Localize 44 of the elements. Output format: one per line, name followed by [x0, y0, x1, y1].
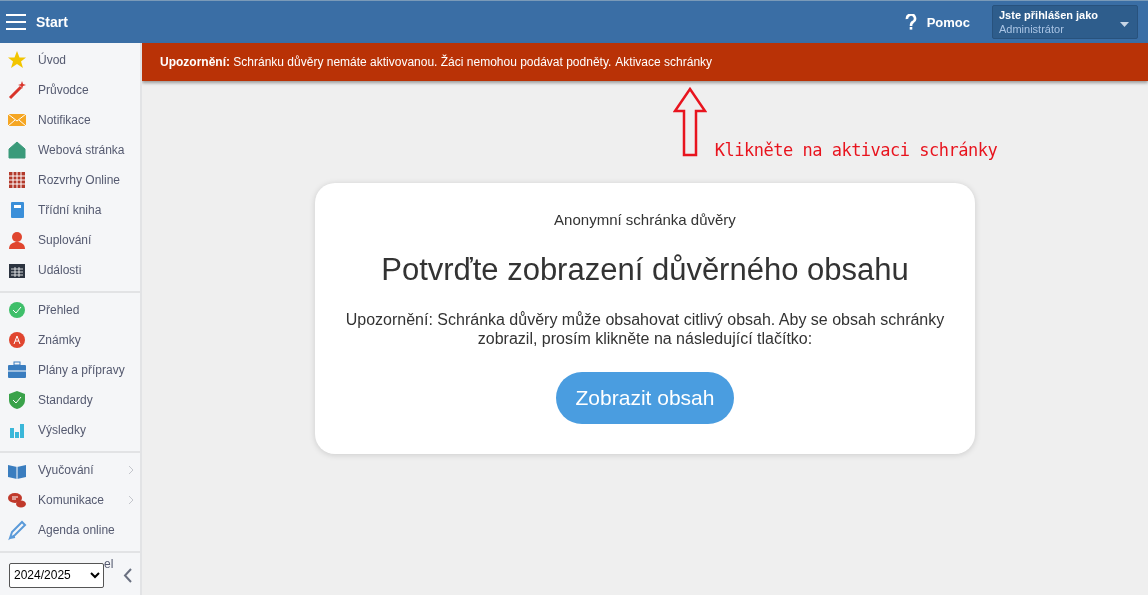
sidebar-item-text: el [104, 557, 114, 571]
sidebar-item[interactable]: Rozvrhy Online [0, 165, 140, 195]
activate-link[interactable]: Aktivace schránky [615, 55, 713, 69]
chevron-right-icon [128, 465, 134, 475]
check-circle-icon [6, 299, 28, 321]
school-year-select[interactable]: 2024/2025 [9, 562, 104, 588]
card-subtitle: Anonymní schránka důvěry [554, 211, 736, 228]
pen-icon [6, 519, 28, 541]
annotation-text: Klikněte na aktivaci schránky [714, 140, 998, 160]
warning-text: Upozornění: Schránku důvěry nemáte aktivovanou. Žáci nemohou podávat podněty. [160, 55, 612, 69]
user-dropdown[interactable]: Jste přihlášen jako Administrátor [992, 5, 1138, 39]
sidebar-item[interactable]: Agenda online [0, 515, 140, 545]
sidebar-item[interactable]: Průvodce [0, 75, 140, 105]
star-icon [6, 49, 28, 71]
help-link[interactable]: Pomoc [904, 14, 970, 30]
calendar-grid-icon [6, 169, 28, 191]
sidebar-item[interactable]: Plány a přípravy [0, 355, 140, 385]
card-message: Upozornění: Schránka důvěry může obsahovat citlivý obsah. Aby se obsah schránky zobrazil, prosím klikněte na následující tlačítko: [344, 310, 946, 348]
sidebar-item[interactable]: Vyučování [0, 455, 140, 485]
sidebar-item[interactable]: Notifikace [0, 105, 140, 135]
collapse-button[interactable] [123, 567, 133, 583]
caret-icon [1120, 22, 1129, 27]
sidebar-item[interactable]: Třídní kniha [0, 195, 140, 225]
sidebar-item[interactable]: Známky [0, 325, 140, 355]
sidebar-item[interactable]: Přehled [0, 295, 140, 325]
sidebar-item[interactable]: Události [0, 255, 140, 285]
menu-icon[interactable] [6, 14, 26, 30]
shield-icon [6, 389, 28, 411]
sidebar-item[interactable]: Webová stránka [0, 135, 140, 165]
sidebar-item[interactable]: Suplování [0, 225, 140, 255]
app-title: Start [36, 14, 68, 30]
chevron-right-icon [128, 495, 134, 505]
sidebar-item[interactable]: Standardy [0, 385, 140, 415]
grade-circle-icon [6, 329, 28, 351]
house-icon [6, 139, 28, 161]
magic-wand-icon [6, 79, 28, 101]
sidebar-item[interactable]: Výsledky [0, 415, 140, 445]
person-icon [6, 229, 28, 251]
briefcase-icon [6, 359, 28, 381]
sidebar-item[interactable]: Komunikace [0, 485, 140, 515]
sidebar-item[interactable]: Úvod [0, 45, 140, 75]
up-arrow-icon [672, 87, 707, 157]
question-mark-icon [904, 14, 917, 30]
card-title: Potvrďte zobrazení důvěrného obsahu [381, 252, 909, 288]
